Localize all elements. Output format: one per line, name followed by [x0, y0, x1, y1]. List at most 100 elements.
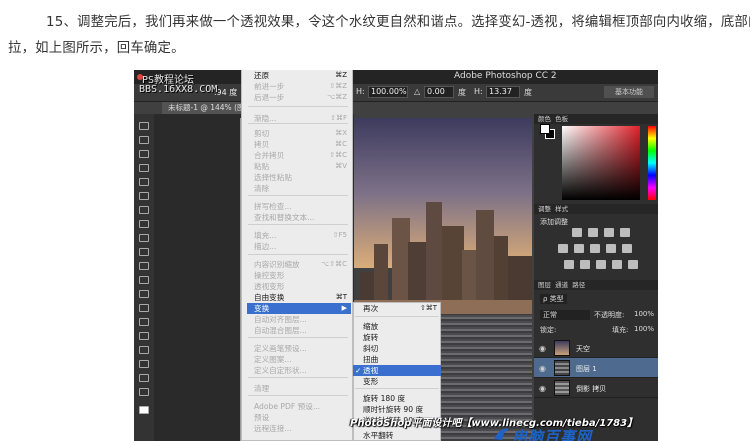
curves-icon[interactable]: [588, 228, 598, 237]
channel-mixer-icon[interactable]: [622, 244, 632, 253]
brush-tool-icon[interactable]: [139, 220, 149, 228]
tab-paths[interactable]: 路径: [572, 281, 585, 289]
edit-menu-item[interactable]: 变换 ▶: [247, 303, 351, 314]
photo-filter-icon[interactable]: [606, 244, 616, 253]
edit-menu-item[interactable]: 自动混合图层...: [247, 325, 351, 336]
transform-submenu-item[interactable]: 扭曲: [353, 354, 441, 365]
height-percent-field[interactable]: 100.00%: [368, 86, 408, 98]
angle-field[interactable]: 0.00: [424, 86, 454, 98]
layer-row-selected[interactable]: ◉ 图层 1: [534, 358, 658, 378]
transform-submenu-item[interactable]: 水平翻转: [353, 430, 441, 441]
gradient-map-icon[interactable]: [612, 260, 622, 269]
marquee-tool-icon[interactable]: [139, 136, 149, 144]
edit-menu-item[interactable]: Adobe PDF 预设...: [247, 401, 351, 412]
zoom-tool-icon[interactable]: [139, 388, 149, 396]
transform-submenu-item[interactable]: 旋转: [353, 332, 441, 343]
visibility-eye-icon[interactable]: ◉: [539, 364, 546, 373]
pen-tool-icon[interactable]: [139, 318, 149, 326]
menu-item-label: 自由变换: [254, 293, 285, 302]
edit-menu-item[interactable]: 透视变形: [247, 281, 351, 292]
shape-tool-icon[interactable]: [139, 360, 149, 368]
exposure-icon[interactable]: [604, 228, 614, 237]
transform-submenu-item[interactable]: 缩放: [353, 321, 441, 332]
vibrance-icon[interactable]: [620, 228, 630, 237]
eraser-tool-icon[interactable]: [139, 262, 149, 270]
transform-submenu-item[interactable]: 再次 ⇧⌘T: [353, 303, 441, 314]
edit-menu-item[interactable]: 渐隐... ⇧⌘F: [247, 113, 351, 124]
foreground-swatch[interactable]: [540, 124, 550, 134]
edit-menu-item[interactable]: 查找和替换文本...: [247, 212, 351, 223]
edit-menu-item[interactable]: 还原 ⌘Z: [247, 70, 351, 81]
tab-color[interactable]: 颜色: [538, 115, 551, 123]
edit-menu-item[interactable]: 清除: [247, 183, 351, 194]
edit-menu-item[interactable]: 合并拷贝 ⇧⌘C: [247, 150, 351, 161]
gradient-tool-icon[interactable]: [139, 276, 149, 284]
tab-layers[interactable]: 图层: [538, 281, 551, 289]
layer-row[interactable]: ◉ 天空: [534, 338, 658, 358]
stamp-tool-icon[interactable]: [139, 234, 149, 242]
foreground-color-icon[interactable]: [139, 406, 149, 414]
layer-row[interactable]: ◉ 倒影 拷贝: [534, 378, 658, 398]
edit-menu-item[interactable]: 描边...: [247, 241, 351, 252]
color-field[interactable]: [562, 126, 640, 200]
edit-menu-item[interactable]: 自由变换 ⌘T: [247, 292, 351, 303]
visibility-eye-icon[interactable]: ◉: [539, 344, 546, 353]
tab-channels[interactable]: 通道: [555, 281, 568, 289]
edit-menu-item[interactable]: 后退一步 ⌥⌘Z: [247, 92, 351, 103]
blur-tool-icon[interactable]: [139, 290, 149, 298]
tab-swatches[interactable]: 色板: [555, 115, 568, 123]
edit-menu-item[interactable]: 前进一步 ⇧⌘Z: [247, 81, 351, 92]
invert-icon[interactable]: [564, 260, 574, 269]
edit-menu-item[interactable]: 预设: [247, 412, 351, 423]
brightness-icon[interactable]: [572, 228, 582, 237]
hand-tool-icon[interactable]: [139, 374, 149, 382]
edit-menu-item[interactable]: 选择性粘贴: [247, 172, 351, 183]
skew-field[interactable]: 13.37: [486, 86, 520, 98]
edit-menu-item[interactable]: 拷贝 ⌘C: [247, 139, 351, 150]
edit-menu-item[interactable]: 填充... ⇧F5: [247, 230, 351, 241]
menu-item-label: 合并拷贝: [254, 151, 285, 160]
fill-value[interactable]: 100%: [634, 325, 654, 333]
quick-select-tool-icon[interactable]: [139, 164, 149, 172]
eyedropper-tool-icon[interactable]: [139, 192, 149, 200]
transform-submenu-item[interactable]: 变形: [353, 376, 441, 387]
type-tool-icon[interactable]: [139, 332, 149, 340]
edit-menu-item[interactable]: 剪切 ⌘X: [247, 128, 351, 139]
document-tab[interactable]: 未标题-1 @ 144% (图: [162, 102, 252, 114]
dodge-tool-icon[interactable]: [139, 304, 149, 312]
blend-mode-select[interactable]: 正常: [540, 310, 590, 320]
edit-menu-item[interactable]: 拼写检查...: [247, 201, 351, 212]
selective-color-icon[interactable]: [628, 260, 638, 269]
healing-tool-icon[interactable]: [139, 206, 149, 214]
edit-menu-item[interactable]: 粘贴 ⌘V: [247, 161, 351, 172]
edit-menu-item[interactable]: 定义自定形状...: [247, 365, 351, 376]
hue-slider[interactable]: [648, 126, 656, 200]
transform-submenu-item[interactable]: 斜切: [353, 343, 441, 354]
transform-submenu-item[interactable]: 旋转 180 度: [353, 393, 441, 404]
transform-submenu-item[interactable]: ✓ 透视: [353, 365, 441, 376]
layer-kind-filter[interactable]: ρ 类型: [540, 294, 567, 304]
threshold-icon[interactable]: [596, 260, 606, 269]
history-brush-icon[interactable]: [139, 248, 149, 256]
opacity-value[interactable]: 100%: [634, 310, 654, 318]
tab-adjustments[interactable]: 调整: [538, 205, 551, 213]
lasso-tool-icon[interactable]: [139, 150, 149, 158]
tab-styles[interactable]: 样式: [555, 205, 568, 213]
path-select-tool-icon[interactable]: [139, 346, 149, 354]
edit-menu-item[interactable]: 内容识别缩放 ⌥⇧⌘C: [247, 259, 351, 270]
color-balance-icon[interactable]: [574, 244, 584, 253]
menu-shortcut: ⌘C: [335, 140, 347, 148]
edit-menu-item[interactable]: 定义画笔预设...: [247, 343, 351, 354]
posterize-icon[interactable]: [580, 260, 590, 269]
edit-menu-item[interactable]: 操控变形: [247, 270, 351, 281]
edit-menu-item[interactable]: 清理: [247, 383, 351, 394]
visibility-eye-icon[interactable]: ◉: [539, 384, 546, 393]
edit-menu-item[interactable]: 定义图案...: [247, 354, 351, 365]
workspace-switcher[interactable]: 基本功能: [604, 86, 654, 98]
crop-tool-icon[interactable]: [139, 178, 149, 186]
edit-menu-item[interactable]: 自动对齐图层...: [247, 314, 351, 325]
hue-sat-icon[interactable]: [558, 244, 568, 253]
bw-icon[interactable]: [590, 244, 600, 253]
edit-menu-item[interactable]: 远程连接...: [247, 423, 351, 434]
move-tool-icon[interactable]: [139, 122, 149, 130]
